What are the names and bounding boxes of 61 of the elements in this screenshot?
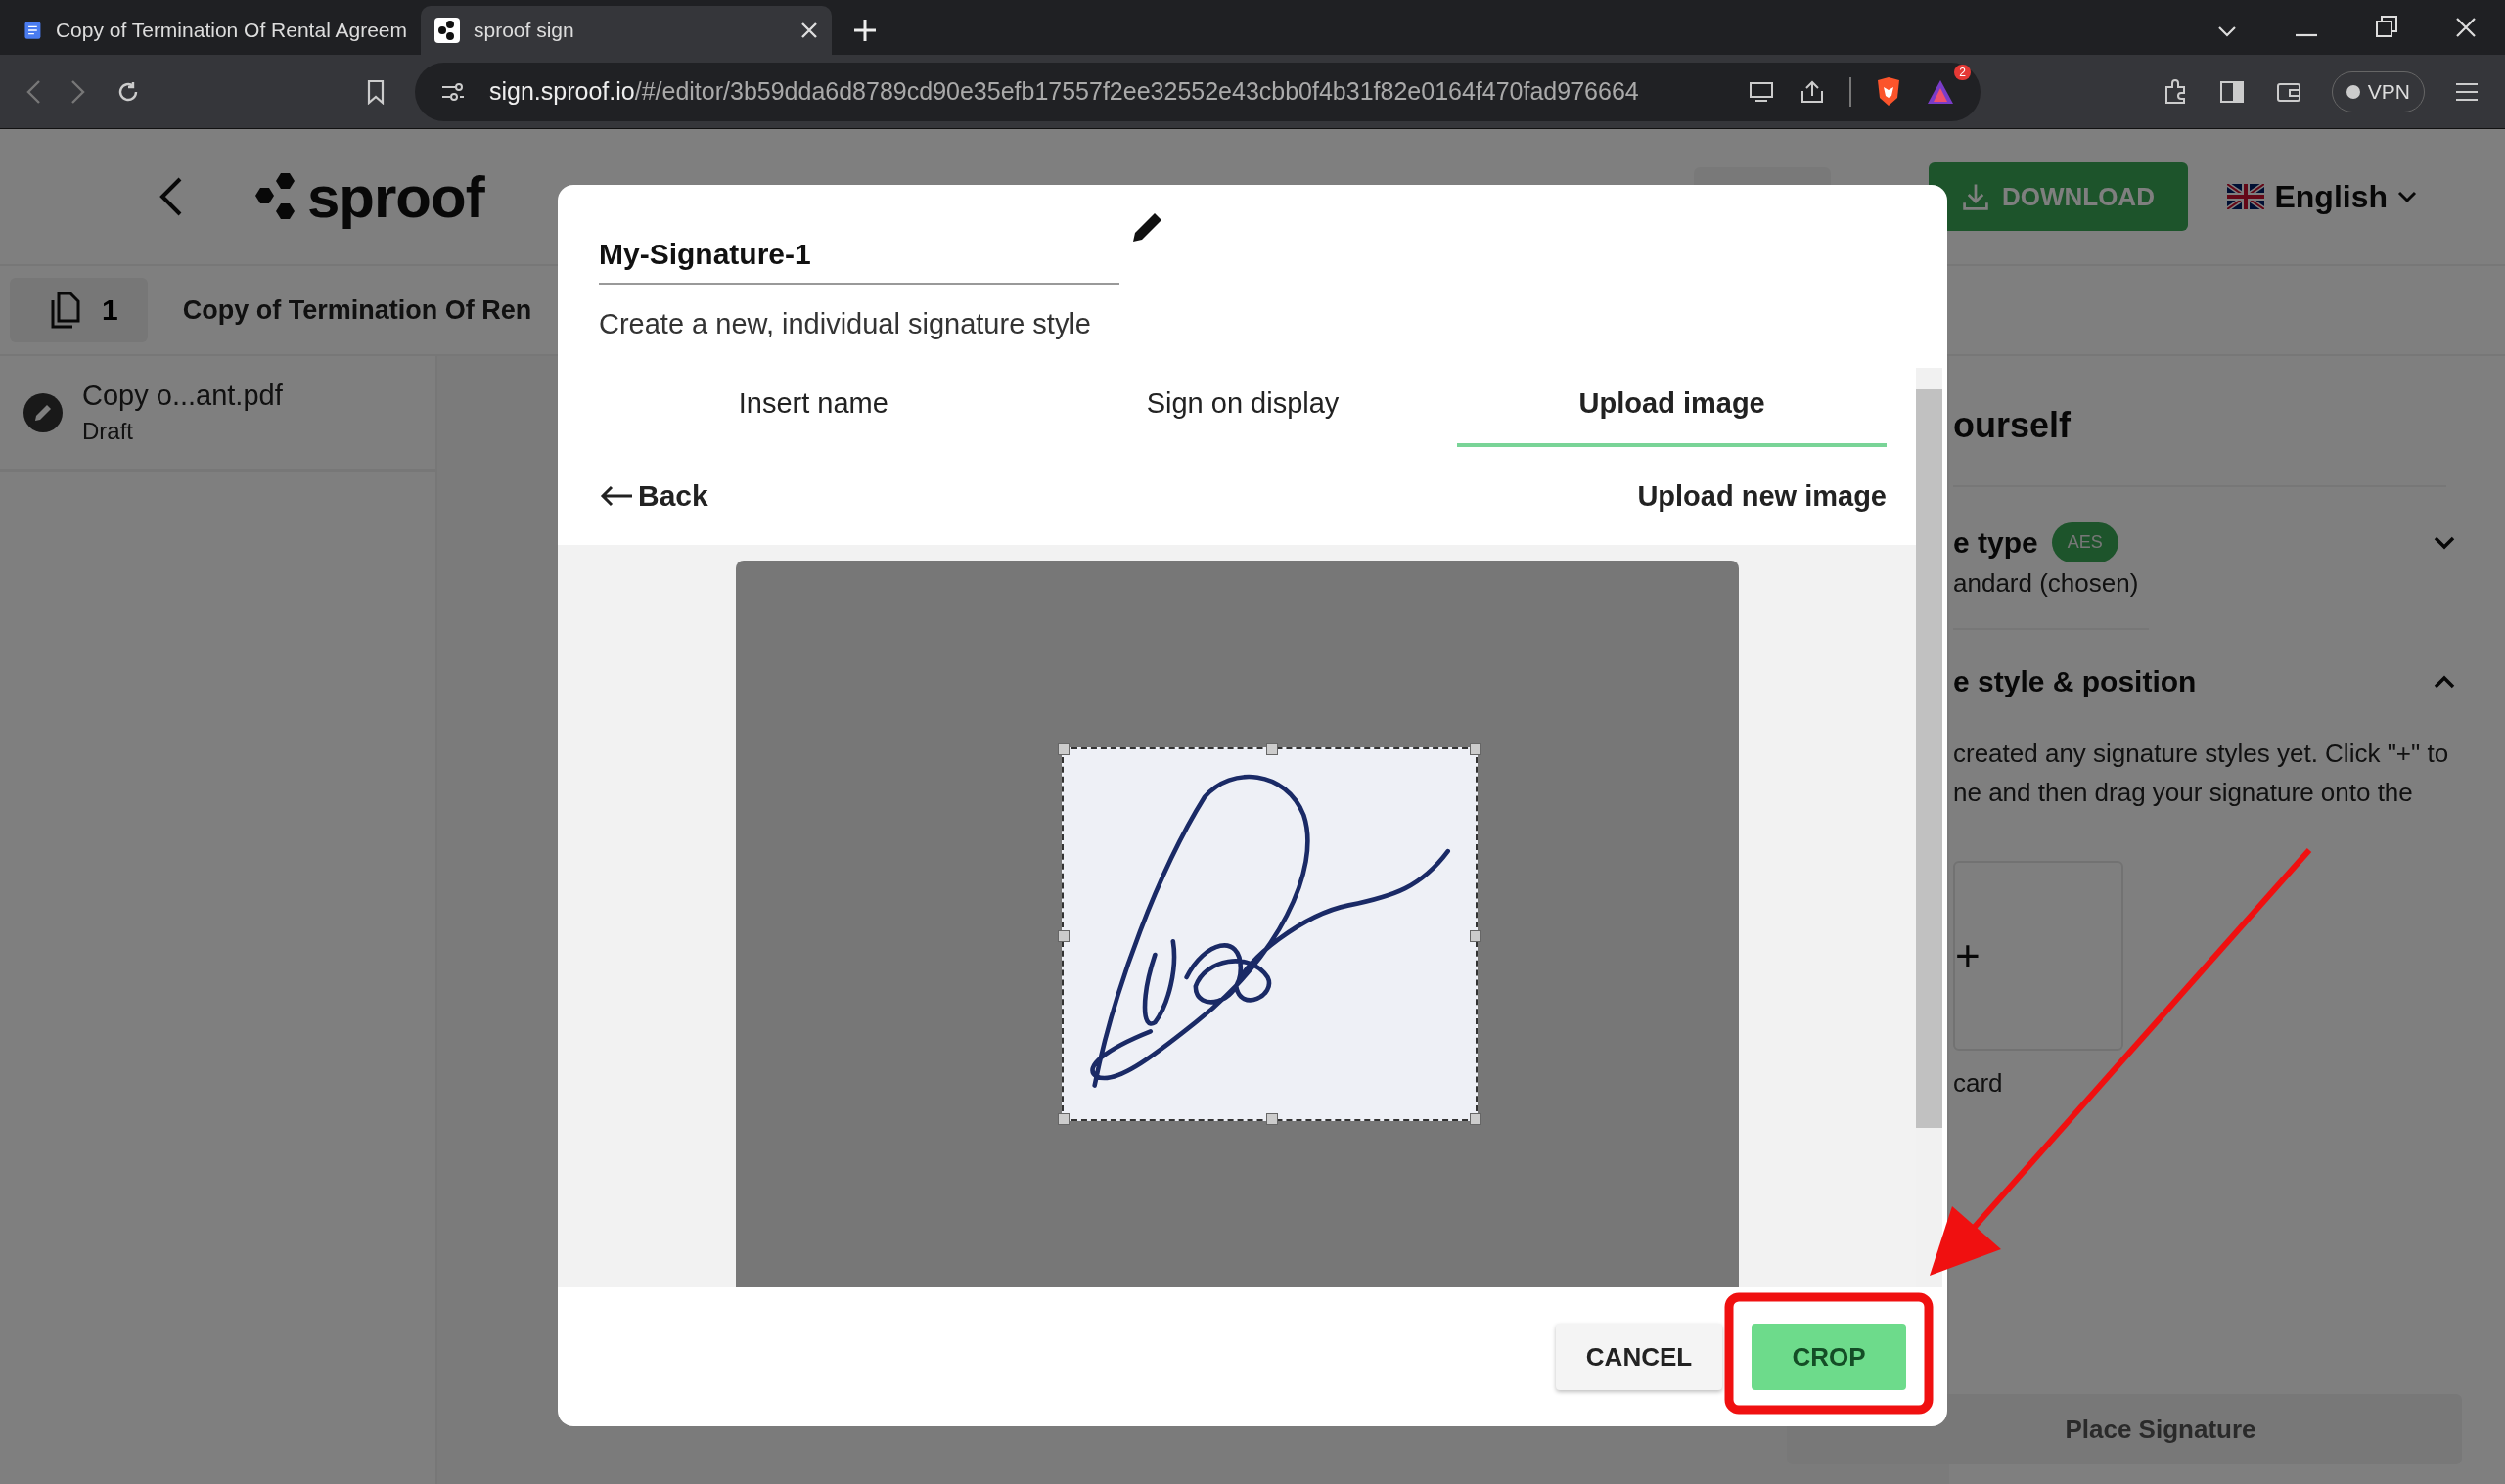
crop-handle[interactable] xyxy=(1470,743,1481,755)
dialog-tab[interactable]: Upload image xyxy=(1457,368,1887,447)
panel-heading: ourself xyxy=(1953,405,2446,487)
chevron-down-icon[interactable] xyxy=(2217,25,2237,37)
crop-handle[interactable] xyxy=(1470,1113,1481,1125)
dialog-tab[interactable]: Insert name xyxy=(599,368,1028,447)
address-bar[interactable]: sign.sproof.io/#/editor/3b59dda6d8789cd90e35efb17557f2ee32552e43cbb0f4b31f82e0164f470fad976664 2 xyxy=(415,62,1981,121)
arrow-left-icon xyxy=(599,484,634,508)
info-text: ne and then drag your signature onto the xyxy=(1953,777,2414,809)
menu-icon[interactable] xyxy=(2454,80,2480,103)
signature-type-badge: AES xyxy=(2051,522,2118,562)
section-subtitle: andard (chosen) xyxy=(1953,568,2149,630)
new-tab-icon[interactable] xyxy=(853,19,877,42)
info-text: created any signature styles yet. Click "+" to xyxy=(1953,738,2450,770)
upload-new-image-link[interactable]: Upload new image xyxy=(1637,479,1887,513)
pages-icon xyxy=(49,291,82,330)
forward-icon[interactable] xyxy=(70,78,86,105)
status-dot-icon xyxy=(2346,84,2360,99)
flag-icon xyxy=(2227,184,2265,209)
add-signature-card[interactable]: + xyxy=(1953,861,2123,1051)
crop-handle[interactable] xyxy=(1266,1113,1278,1125)
back-icon[interactable] xyxy=(25,78,41,105)
signature-name-field[interactable]: My-Signature-1 xyxy=(599,208,1119,285)
back-link[interactable]: Back xyxy=(599,479,708,513)
close-icon[interactable] xyxy=(2456,18,2476,37)
crop-handle[interactable] xyxy=(1470,930,1481,942)
lion-shield-icon[interactable] xyxy=(1875,75,1902,108)
cancel-button[interactable]: CANCEL xyxy=(1556,1324,1722,1390)
document-list-item[interactable]: Copy o...ant.pdf Draft xyxy=(0,356,435,472)
notification-badge: 2 xyxy=(1954,64,1971,80)
site-settings-icon xyxy=(440,80,466,103)
language-selector[interactable]: English xyxy=(2227,178,2417,215)
share-icon[interactable] xyxy=(1799,78,1826,105)
browser-tab[interactable]: Copy of Termination Of Rental Agreem xyxy=(10,6,421,55)
chevron-up-icon[interactable] xyxy=(2433,674,2456,690)
section-title: e style & position xyxy=(1953,665,2197,698)
logo-text: sproof xyxy=(307,162,484,231)
bookmark-icon[interactable] xyxy=(366,78,386,105)
chevron-down-icon xyxy=(2397,190,2417,203)
browser-tab[interactable]: sproof sign xyxy=(421,6,832,55)
crop-button[interactable]: CROP xyxy=(1752,1324,1906,1390)
pencil-icon xyxy=(23,392,63,432)
url-text: sign.sproof.io/#/editor/3b59dda6d8789cd90e35efb17557f2ee32552e43cbb0f4b31f82e0164f470fad976664 xyxy=(489,77,1640,106)
cast-icon[interactable] xyxy=(1748,79,1775,104)
sidebar-icon[interactable] xyxy=(2217,78,2246,105)
minimize-icon[interactable] xyxy=(2296,33,2317,37)
card-label: card xyxy=(1953,1068,2004,1099)
restore-icon[interactable] xyxy=(2376,16,2397,37)
crop-handle[interactable] xyxy=(1058,743,1070,755)
document-title: Copy of Termination Of Ren xyxy=(182,294,532,326)
dialog-subtitle: Create a new, individual signature style xyxy=(599,308,1092,340)
chevron-down-icon[interactable] xyxy=(2433,534,2456,551)
section-title: e type xyxy=(1953,525,2038,560)
dialog-tab[interactable]: Sign on display xyxy=(1027,368,1458,447)
crop-handle[interactable] xyxy=(1266,743,1278,755)
page-count-button[interactable]: 1 xyxy=(10,278,148,342)
crop-handle[interactable] xyxy=(1058,1113,1070,1125)
crop-handle[interactable] xyxy=(1058,930,1070,942)
close-icon[interactable] xyxy=(800,22,818,39)
download-icon xyxy=(1962,183,1988,210)
scrollbar[interactable] xyxy=(1916,368,1942,1287)
